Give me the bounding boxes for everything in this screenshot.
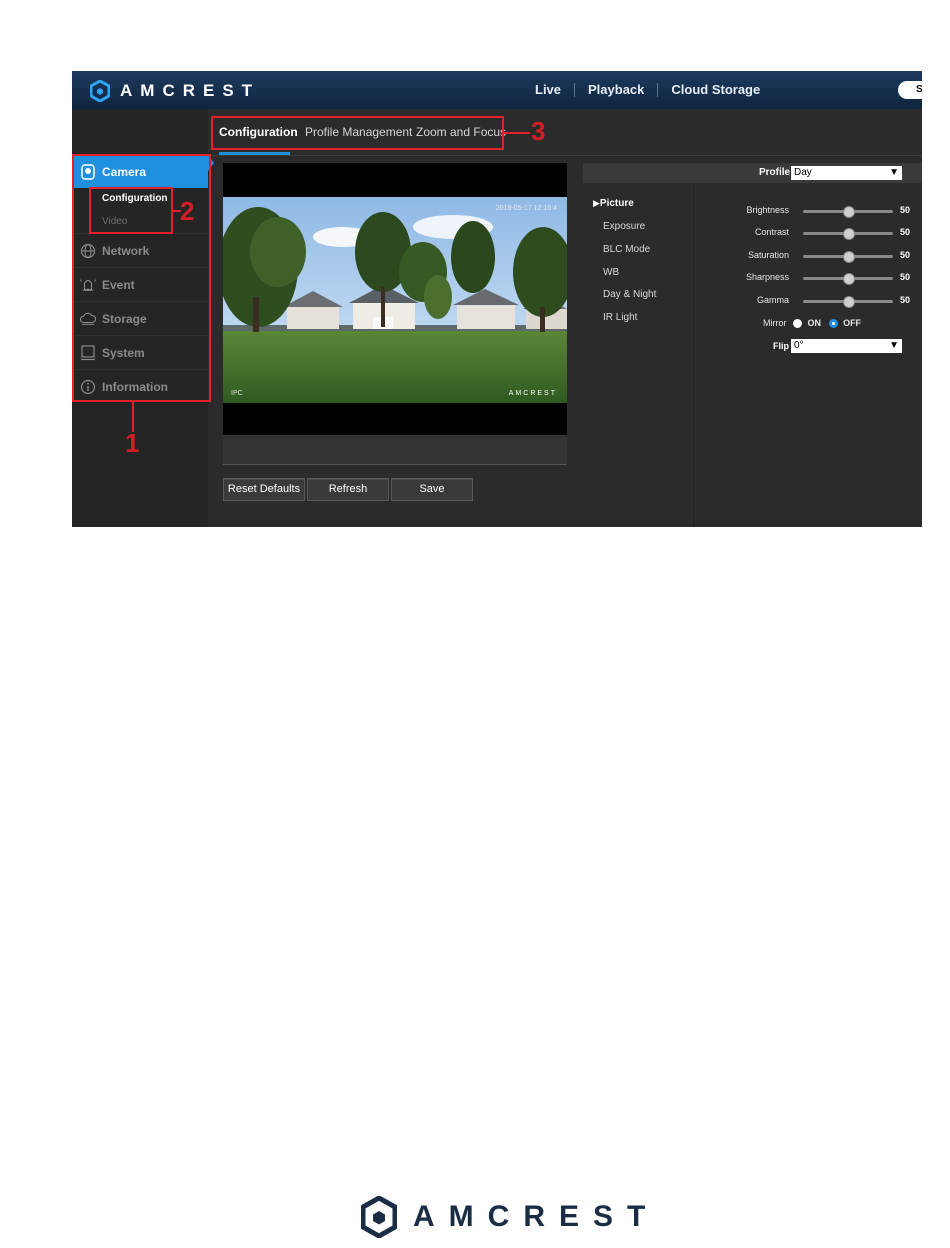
slider-value: 50 — [900, 205, 911, 215]
menu-exposure[interactable]: Exposure — [603, 221, 645, 232]
slider-value: 50 — [900, 295, 911, 305]
settings-menu: ▶Picture Exposure BLC Mode WB Day & Nigh… — [583, 183, 695, 527]
amcrest-logo[interactable]: AMCREST — [90, 80, 260, 102]
slider-thumb[interactable] — [843, 296, 855, 308]
menu-picture[interactable]: ▶Picture — [593, 198, 634, 209]
menu-label: Picture — [599, 198, 634, 209]
top-navigation-bar: AMCREST Live Playback Cloud Storage S — [72, 71, 922, 109]
chevron-down-icon: ▼ — [889, 167, 899, 178]
slider-value: 50 — [900, 272, 911, 282]
slider-track[interactable] — [803, 296, 893, 308]
menu-ir-light[interactable]: IR Light — [603, 312, 637, 323]
refresh-button[interactable]: Refresh — [307, 478, 389, 501]
slider-thumb[interactable] — [843, 228, 855, 240]
slider-label: Brightness — [746, 205, 789, 215]
settings-panel: Profile Day ▼ ▶Picture Exposure BLC Mode… — [583, 163, 922, 527]
chevron-down-icon: ▼ — [889, 340, 899, 351]
mirror-row: Mirror ON OFF — [763, 318, 862, 329]
reset-defaults-button[interactable]: Reset Defaults — [223, 478, 305, 501]
menu-day-night[interactable]: Day & Night — [603, 289, 656, 300]
active-tab-underline — [219, 152, 290, 155]
slider-thumb[interactable] — [843, 251, 855, 263]
slider-track[interactable] — [803, 206, 893, 218]
brightness-slider[interactable]: Brightness 50 — [723, 204, 913, 218]
footer-brand-name: AMCREST — [413, 1200, 660, 1233]
nav-live[interactable]: Live — [522, 83, 576, 97]
camera-image: 2018-05-17 12:15:4 AMCREST IPC — [223, 197, 567, 403]
mirror-on-radio[interactable] — [793, 319, 803, 329]
profile-select[interactable]: Day ▼ — [791, 166, 902, 180]
preview-control-bar — [223, 435, 567, 465]
annotation-leader-3 — [504, 132, 530, 134]
slider-label: Contrast — [754, 227, 789, 237]
search-pill[interactable]: S — [898, 81, 922, 99]
triangle-right-icon: ▶ — [593, 198, 600, 208]
slider-value: 50 — [900, 227, 911, 237]
sharpness-slider[interactable]: Sharpness 50 — [723, 271, 913, 285]
slider-track[interactable] — [803, 273, 893, 285]
contrast-slider[interactable]: Contrast 50 — [723, 226, 913, 240]
profile-label: Profile — [759, 167, 791, 178]
amcrest-hex-icon — [361, 1196, 397, 1238]
mirror-label: Mirror — [763, 318, 787, 328]
flip-select-value: 0° — [794, 340, 804, 351]
slider-thumb[interactable] — [843, 273, 855, 285]
menu-blc-mode[interactable]: BLC Mode — [603, 244, 650, 255]
profile-select-value: Day — [794, 167, 812, 178]
web-ui-screenshot: AMCREST Live Playback Cloud Storage S Ca… — [72, 71, 922, 527]
slider-thumb[interactable] — [843, 206, 855, 218]
annotation-number-3: 3 — [531, 116, 546, 146]
gamma-slider[interactable]: Gamma 50 — [723, 294, 913, 308]
flip-label: Flip — [773, 341, 789, 351]
slider-track[interactable] — [803, 228, 893, 240]
mirror-off-label: OFF — [843, 318, 862, 328]
slider-label: Sharpness — [745, 272, 789, 282]
amcrest-hex-icon — [90, 80, 110, 102]
live-preview[interactable]: 2018-05-17 12:15:4 AMCREST IPC — [223, 163, 567, 435]
main-menu: Live Playback Cloud Storage — [522, 71, 773, 109]
annotation-number-2: 2 — [180, 196, 195, 226]
mirror-on-label: ON — [807, 318, 822, 328]
annotation-box-2 — [89, 187, 173, 234]
menu-wb[interactable]: WB — [603, 267, 619, 278]
osd-watermark: AMCREST — [508, 390, 557, 397]
footer-logo: AMCREST — [361, 1196, 659, 1238]
annotation-box-3 — [211, 116, 504, 150]
annotation-number-1: 1 — [125, 428, 140, 458]
save-button[interactable]: Save — [391, 478, 473, 501]
brand-name: AMCREST — [120, 81, 261, 100]
slider-track[interactable] — [803, 251, 893, 263]
osd-channel: IPC — [231, 390, 243, 397]
nav-cloud-storage[interactable]: Cloud Storage — [658, 83, 773, 97]
osd-date: 2018-05-17 12:15:4 — [495, 205, 557, 212]
slider-value: 50 — [900, 250, 911, 260]
profile-row: Profile Day ▼ — [583, 163, 922, 183]
flip-select[interactable]: 0° ▼ — [791, 339, 902, 353]
slider-label: Saturation — [747, 250, 789, 260]
slider-label: Gamma — [756, 295, 789, 305]
saturation-slider[interactable]: Saturation 50 — [723, 249, 913, 263]
nav-playback[interactable]: Playback — [575, 83, 659, 97]
mirror-off-radio[interactable] — [828, 319, 838, 329]
